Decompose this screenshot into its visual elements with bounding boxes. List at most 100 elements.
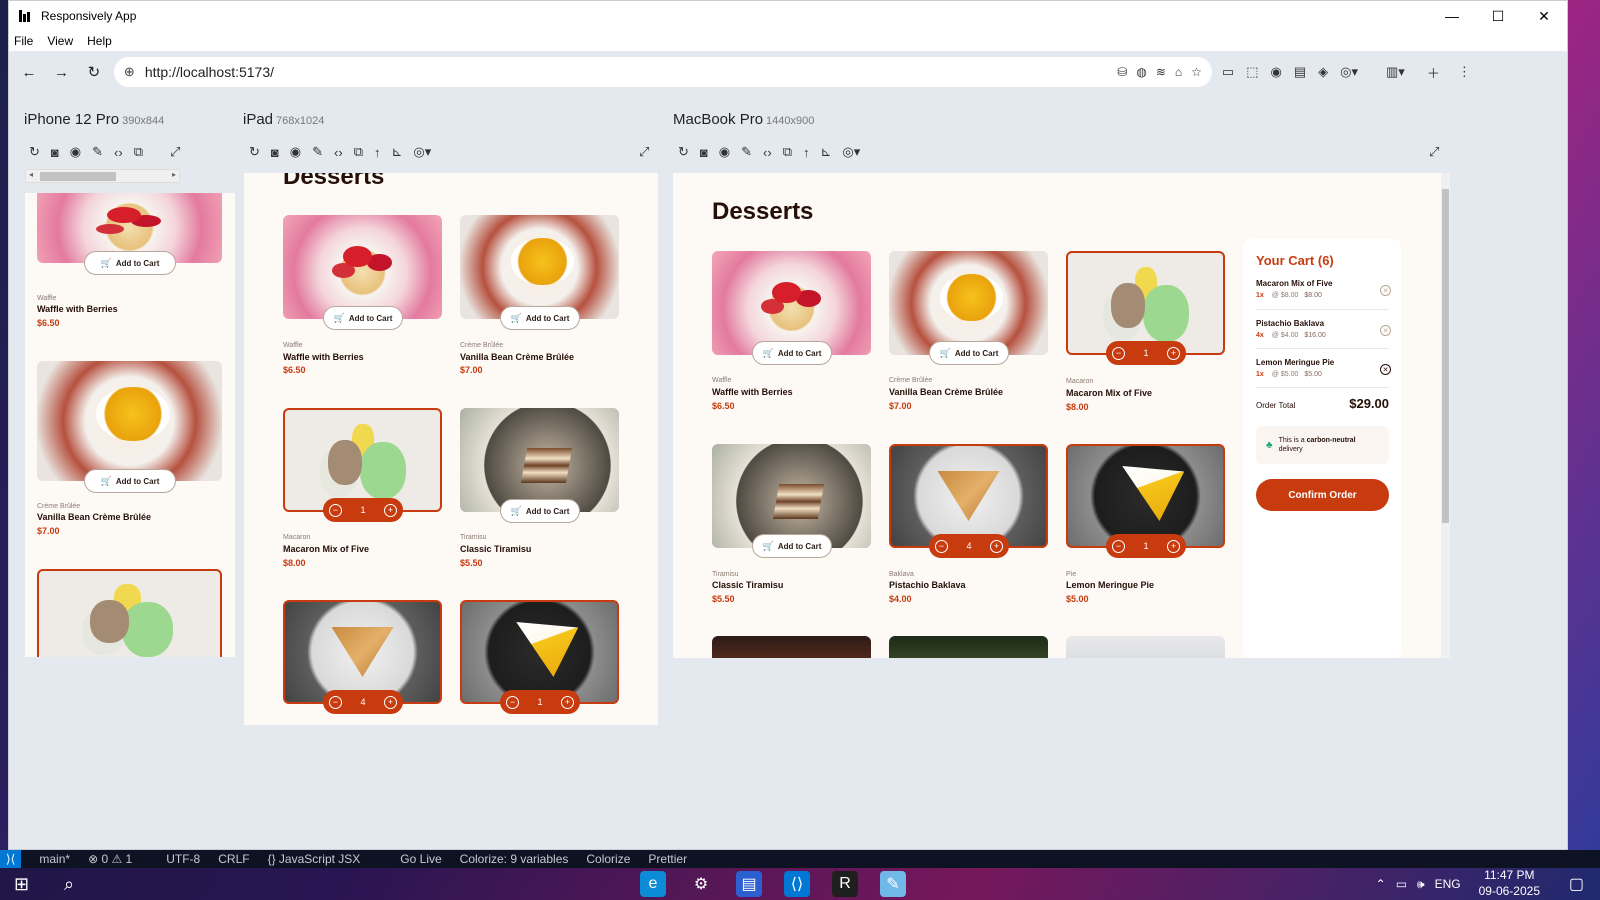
- menu-file[interactable]: File: [14, 34, 33, 48]
- layers-icon[interactable]: ◈: [1318, 64, 1328, 80]
- language-mode[interactable]: {} JavaScript JSX: [268, 852, 361, 866]
- screenshot-icon[interactable]: ◙: [51, 145, 59, 160]
- device-manager-icon[interactable]: ▭: [1222, 64, 1234, 80]
- add-icon[interactable]: ＋: [1427, 63, 1440, 82]
- volume-icon[interactable]: 🕪: [1417, 877, 1425, 892]
- color-picker-icon[interactable]: ✎: [741, 144, 752, 160]
- refresh-icon[interactable]: ↻: [29, 144, 40, 160]
- encoding[interactable]: UTF-8: [166, 852, 200, 866]
- screenshot-icon[interactable]: ◉: [1271, 64, 1282, 80]
- colorize-status[interactable]: Colorize: 9 variables: [460, 852, 569, 866]
- responsively-icon[interactable]: R: [832, 871, 858, 897]
- decrement-icon[interactable]: −: [935, 539, 948, 553]
- go-live[interactable]: Go Live: [400, 852, 441, 866]
- rotate-icon[interactable]: ⧉: [354, 144, 363, 160]
- add-to-cart-button[interactable]: 🛒 Add to Cart: [84, 251, 176, 275]
- add-to-cart-button[interactable]: 🛒 Add to Cart: [500, 499, 580, 523]
- remove-item-icon[interactable]: ✕: [1380, 285, 1391, 296]
- quantity-stepper[interactable]: −1 +: [1106, 534, 1186, 558]
- minimize-button[interactable]: —: [1429, 1, 1475, 31]
- inspect-icon[interactable]: ⬚: [1246, 64, 1258, 80]
- bookmark-star-icon[interactable]: ☆: [1191, 65, 1202, 79]
- home-icon[interactable]: ⌂: [1175, 65, 1182, 79]
- fullscreen-icon[interactable]: ⤢: [1429, 144, 1439, 160]
- fullscreen-icon[interactable]: ⤢: [639, 144, 649, 160]
- remove-item-icon[interactable]: ✕: [1380, 325, 1391, 336]
- ruler-icon[interactable]: ⊾: [820, 144, 831, 160]
- code-icon[interactable]: ‹›: [763, 145, 772, 160]
- screenshot-icon[interactable]: ◙: [700, 145, 708, 160]
- fullscreen-icon[interactable]: ⤢: [170, 144, 180, 160]
- menu-help[interactable]: Help: [87, 34, 112, 48]
- rotate-icon[interactable]: ⧉: [783, 144, 792, 160]
- language-indicator[interactable]: ENG: [1435, 877, 1461, 891]
- preview-toggle-icon[interactable]: ◎▾: [413, 144, 431, 160]
- decrement-icon[interactable]: −: [506, 695, 519, 709]
- layout-icon[interactable]: ▥▾: [1386, 64, 1405, 80]
- rotate-icon[interactable]: ⧉: [134, 144, 143, 160]
- confirm-order-button[interactable]: Confirm Order: [1256, 479, 1389, 511]
- increment-icon[interactable]: +: [383, 695, 397, 709]
- code-icon[interactable]: ‹›: [114, 145, 123, 160]
- quantity-stepper[interactable]: −1 +: [1106, 341, 1186, 365]
- network-icon[interactable]: ▭: [1396, 877, 1407, 891]
- increment-icon[interactable]: +: [989, 539, 1003, 553]
- remote-icon[interactable]: ⟩⟨: [0, 850, 22, 868]
- quantity-stepper[interactable]: −1 +: [500, 690, 580, 714]
- decrement-icon[interactable]: −: [1112, 346, 1125, 360]
- maximize-button[interactable]: ☐: [1475, 1, 1521, 31]
- screenshot-icon[interactable]: ◙: [271, 145, 279, 160]
- notification-icon[interactable]: ▢: [1569, 874, 1584, 894]
- more-icon[interactable]: ⋮: [1458, 64, 1471, 80]
- refresh-icon[interactable]: ↻: [249, 144, 260, 160]
- color-picker-icon[interactable]: ✎: [92, 144, 103, 160]
- add-to-cart-button[interactable]: 🛒 Add to Cart: [752, 534, 832, 558]
- quantity-stepper[interactable]: −4 +: [929, 534, 1009, 558]
- camera-icon[interactable]: ◉: [70, 144, 81, 160]
- chevron-up-icon[interactable]: ⌃: [1376, 877, 1386, 891]
- decrement-icon[interactable]: −: [329, 503, 342, 517]
- scroll-top-icon[interactable]: ↑: [803, 145, 810, 160]
- remove-item-icon[interactable]: ✕: [1380, 364, 1391, 375]
- line-ending[interactable]: CRLF: [218, 852, 249, 866]
- increment-icon[interactable]: +: [383, 503, 397, 517]
- notepad-icon[interactable]: ✎: [880, 871, 906, 897]
- close-button[interactable]: ✕: [1521, 1, 1567, 31]
- preview-toggle-icon[interactable]: ◎▾: [1340, 64, 1358, 80]
- ruler-icon[interactable]: ⊾: [391, 144, 402, 160]
- windows-start-icon[interactable]: ⊞: [14, 874, 54, 895]
- back-button[interactable]: ←: [15, 58, 43, 86]
- code-icon[interactable]: ‹›: [334, 145, 343, 160]
- colorize-toggle[interactable]: Colorize: [586, 852, 630, 866]
- cookie-icon[interactable]: ◍: [1136, 65, 1146, 79]
- increment-icon[interactable]: +: [1166, 539, 1180, 553]
- reload-button[interactable]: ↻: [80, 58, 108, 86]
- menu-view[interactable]: View: [47, 34, 73, 48]
- add-to-cart-button[interactable]: 🛒 Add to Cart: [500, 306, 580, 330]
- document-icon[interactable]: ▤: [1294, 64, 1306, 80]
- git-branch[interactable]: main*: [39, 852, 70, 866]
- color-picker-icon[interactable]: ✎: [312, 144, 323, 160]
- clock[interactable]: 11:47 PM 09-06-2025: [1479, 868, 1540, 899]
- edge-icon[interactable]: e: [640, 871, 666, 897]
- url-text[interactable]: http://localhost:5173/: [145, 64, 274, 80]
- vscode-icon[interactable]: ⟨⟩: [784, 871, 810, 897]
- forward-button[interactable]: →: [47, 58, 75, 86]
- scroll-top-icon[interactable]: ↑: [374, 145, 381, 160]
- add-to-cart-button[interactable]: 🛒 Add to Cart: [84, 469, 176, 493]
- quantity-stepper[interactable]: −1 +: [323, 498, 403, 522]
- camera-icon[interactable]: ◉: [719, 144, 730, 160]
- increment-icon[interactable]: +: [1166, 346, 1180, 360]
- search-icon[interactable]: ⌕: [64, 874, 104, 895]
- camera-icon[interactable]: ◉: [290, 144, 301, 160]
- settings-gear-icon[interactable]: ⚙: [688, 871, 714, 897]
- preview-toggle-icon[interactable]: ◎▾: [842, 144, 860, 160]
- macbook-vertical-scrollbar[interactable]: [1441, 173, 1450, 658]
- quantity-stepper[interactable]: −4 +: [323, 690, 403, 714]
- add-to-cart-button[interactable]: 🛒 Add to Cart: [929, 341, 1009, 365]
- problems-count[interactable]: ⊗ 0 ⚠ 1: [88, 852, 132, 866]
- add-to-cart-button[interactable]: 🛒 Add to Cart: [323, 306, 403, 330]
- refresh-icon[interactable]: ↻: [678, 144, 689, 160]
- address-bar[interactable]: ⊕ http://localhost:5173/ ⛁ ◍ ≋ ⌂ ☆: [113, 57, 1212, 87]
- terminal-icon[interactable]: ▤: [736, 871, 762, 897]
